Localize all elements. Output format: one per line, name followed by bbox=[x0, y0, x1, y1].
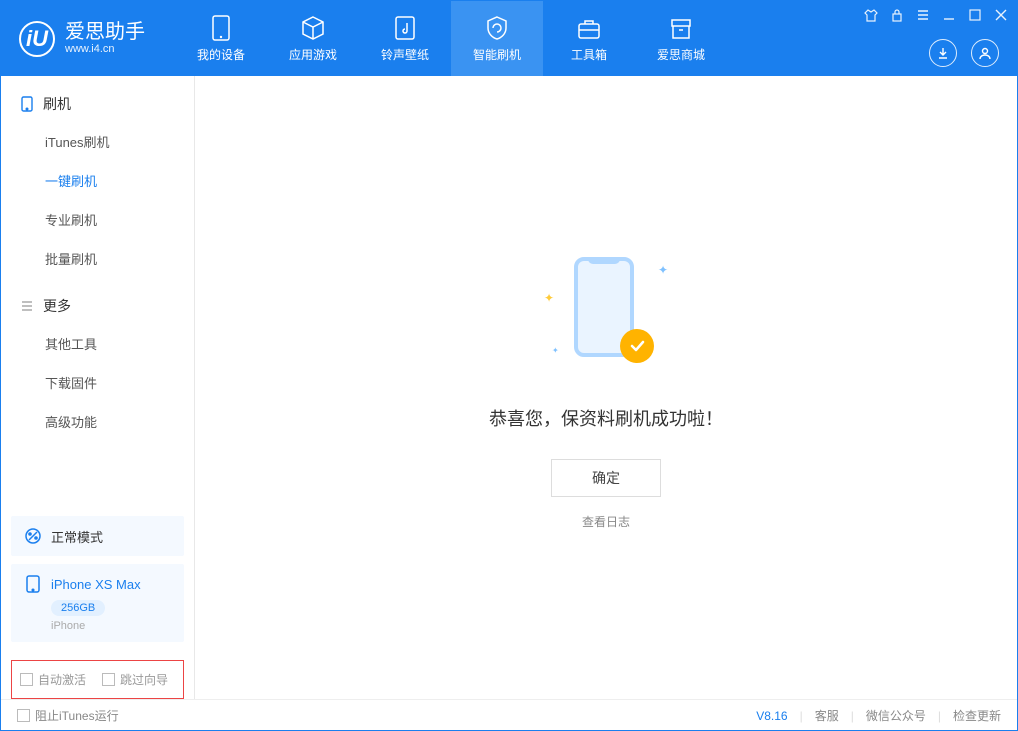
app-title: 爱思助手 bbox=[65, 21, 145, 43]
checkbox-label: 跳过向导 bbox=[120, 671, 168, 688]
tab-store[interactable]: 爱思商城 bbox=[635, 1, 727, 76]
close-icon[interactable] bbox=[993, 7, 1009, 23]
version-label: V8.16 bbox=[756, 709, 787, 723]
header-action-icons bbox=[929, 39, 999, 67]
sidebar-item-oneclick-flash[interactable]: 一键刷机 bbox=[45, 161, 194, 200]
tab-toolbox[interactable]: 工具箱 bbox=[543, 1, 635, 76]
sparkle-icon: ✦ bbox=[658, 263, 668, 277]
tab-my-device[interactable]: 我的设备 bbox=[175, 1, 267, 76]
checkbox-label: 自动激活 bbox=[38, 671, 86, 688]
checkbox-icon bbox=[17, 709, 30, 722]
support-link[interactable]: 客服 bbox=[815, 707, 839, 724]
check-update-link[interactable]: 检查更新 bbox=[953, 707, 1001, 724]
sidebar-item-advanced[interactable]: 高级功能 bbox=[45, 402, 194, 441]
success-check-icon bbox=[620, 329, 654, 363]
download-icon[interactable] bbox=[929, 39, 957, 67]
mode-card[interactable]: 正常模式 bbox=[11, 516, 184, 556]
tab-ringtone-wallpaper[interactable]: 铃声壁纸 bbox=[359, 1, 451, 76]
checkbox-label: 阻止iTunes运行 bbox=[35, 707, 119, 724]
options-highlight-box: 自动激活 跳过向导 bbox=[11, 660, 184, 699]
maximize-icon[interactable] bbox=[967, 7, 983, 23]
minimize-icon[interactable] bbox=[941, 7, 957, 23]
list-icon bbox=[19, 298, 35, 314]
app-url: www.i4.cn bbox=[65, 43, 145, 55]
store-icon bbox=[668, 15, 694, 41]
tab-smart-flash[interactable]: 智能刷机 bbox=[451, 1, 543, 76]
main-content: ✦ ✦ ✦ 恭喜您，保资料刷机成功啦！ 确定 查看日志 bbox=[195, 76, 1017, 699]
section-title-label: 刷机 bbox=[43, 94, 71, 114]
phone-icon bbox=[19, 96, 35, 112]
shield-refresh-icon bbox=[484, 15, 510, 41]
device-capacity: 256GB bbox=[51, 600, 105, 616]
app-header: iU 爱思助手 www.i4.cn 我的设备 应用游戏 铃声壁纸 智能刷机 工具… bbox=[1, 1, 1017, 76]
shirt-icon[interactable] bbox=[863, 7, 879, 23]
sidebar-item-pro-flash[interactable]: 专业刷机 bbox=[45, 200, 194, 239]
mode-label: 正常模式 bbox=[51, 527, 103, 546]
checkbox-block-itunes[interactable]: 阻止iTunes运行 bbox=[17, 707, 119, 724]
sidebar-item-download-firmware[interactable]: 下载固件 bbox=[45, 363, 194, 402]
music-file-icon bbox=[392, 15, 418, 41]
sidebar-item-batch-flash[interactable]: 批量刷机 bbox=[45, 239, 194, 278]
success-title: 恭喜您，保资料刷机成功啦！ bbox=[489, 405, 723, 431]
tab-apps-games[interactable]: 应用游戏 bbox=[267, 1, 359, 76]
checkbox-auto-activate[interactable]: 自动激活 bbox=[20, 671, 86, 688]
sparkle-icon: ✦ bbox=[552, 346, 559, 355]
confirm-button[interactable]: 确定 bbox=[551, 459, 661, 497]
checkbox-icon bbox=[102, 673, 115, 686]
device-card[interactable]: iPhone XS Max 256GB iPhone bbox=[11, 564, 184, 642]
cube-icon bbox=[300, 15, 326, 41]
mode-icon bbox=[23, 526, 43, 546]
logo-icon: iU bbox=[19, 21, 55, 57]
logo: iU 爱思助手 www.i4.cn bbox=[1, 21, 163, 57]
view-log-link[interactable]: 查看日志 bbox=[582, 513, 630, 530]
main-tabs: 我的设备 应用游戏 铃声壁纸 智能刷机 工具箱 爱思商城 bbox=[175, 1, 727, 76]
success-illustration: ✦ ✦ ✦ bbox=[536, 245, 676, 385]
sparkle-icon: ✦ bbox=[544, 291, 554, 305]
device-icon bbox=[208, 15, 234, 41]
device-phone-icon bbox=[23, 574, 43, 594]
checkbox-skip-guide[interactable]: 跳过向导 bbox=[102, 671, 168, 688]
menu-icon[interactable] bbox=[915, 7, 931, 23]
section-title-label: 更多 bbox=[43, 296, 71, 316]
checkbox-icon bbox=[20, 673, 33, 686]
window-controls bbox=[863, 7, 1009, 23]
wechat-link[interactable]: 微信公众号 bbox=[866, 707, 926, 724]
toolbox-icon bbox=[576, 15, 602, 41]
footer: 阻止iTunes运行 V8.16 | 客服 | 微信公众号 | 检查更新 bbox=[1, 699, 1017, 731]
sidebar-section-flash: 刷机 bbox=[1, 76, 194, 122]
device-type: iPhone bbox=[51, 620, 85, 632]
sidebar-section-more: 更多 bbox=[1, 278, 194, 324]
sidebar: 刷机 iTunes刷机 一键刷机 专业刷机 批量刷机 更多 其他工具 下载固件 … bbox=[1, 76, 195, 699]
sidebar-item-other-tools[interactable]: 其他工具 bbox=[45, 324, 194, 363]
sidebar-item-itunes-flash[interactable]: iTunes刷机 bbox=[45, 122, 194, 161]
device-name: iPhone XS Max bbox=[51, 577, 141, 592]
lock-icon[interactable] bbox=[889, 7, 905, 23]
user-icon[interactable] bbox=[971, 39, 999, 67]
